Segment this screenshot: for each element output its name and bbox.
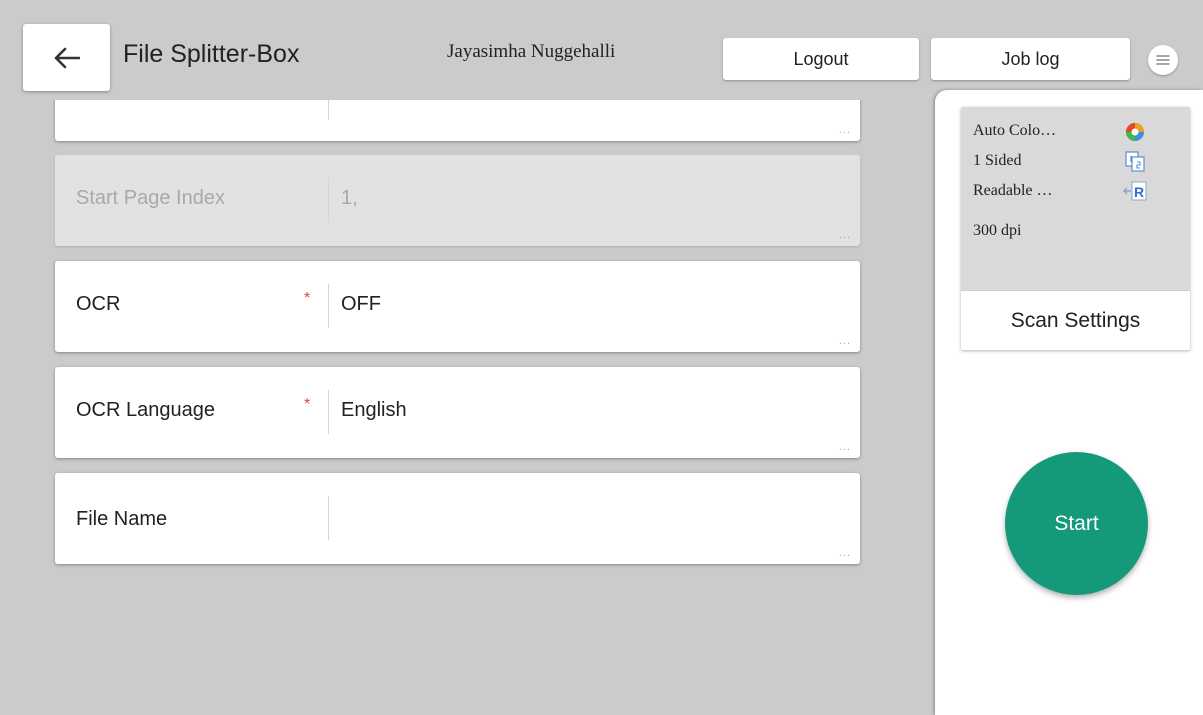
field-label: File Name [76, 508, 168, 530]
auto-color-icon [1126, 123, 1144, 141]
back-arrow-icon [54, 47, 80, 68]
more-dots: ... [838, 335, 851, 347]
field-card-partial[interactable]: ... [55, 100, 860, 141]
field-divider [328, 100, 329, 120]
file-name-field[interactable]: File Name ... [55, 473, 860, 564]
field-divider [328, 178, 329, 222]
scan-setting-color: Auto Colo… [973, 118, 1183, 144]
field-divider [328, 496, 329, 540]
scan-setting-text: 300 dpi [973, 222, 1022, 239]
scan-setting-text: 1 Sided [973, 152, 1022, 169]
field-label: OCR Language [76, 399, 215, 421]
top-bar: File Splitter-Box Jayasimha Nuggehalli L… [0, 0, 1203, 100]
field-divider [328, 284, 329, 328]
field-value: OFF [341, 293, 381, 315]
job-log-button[interactable]: Job log [931, 38, 1130, 80]
field-label: Start Page Index [76, 187, 225, 209]
ocr-language-field[interactable]: OCR Language * English ... [55, 367, 860, 458]
scan-setting-orientation: Readable … R [973, 178, 1183, 204]
scan-setting-resolution: 300 dpi [973, 208, 1183, 239]
more-dots: ... [838, 124, 851, 136]
scan-setting-text: Readable … [973, 182, 1053, 199]
hamburger-icon [1156, 55, 1170, 65]
side-panel: Auto Colo… 1 Sided Readable … R 300 dpi … [935, 90, 1203, 715]
menu-button[interactable] [1148, 45, 1178, 75]
start-page-index-field: Start Page Index 1, ... [55, 155, 860, 246]
app-title: File Splitter-Box [123, 40, 300, 68]
scan-setting-sides: 1 Sided [973, 148, 1183, 174]
settings-form: ... Start Page Index 1, ... OCR * OFF ..… [0, 100, 930, 715]
svg-text:R: R [1134, 184, 1144, 200]
start-button[interactable]: Start [1005, 452, 1148, 595]
one-sided-icon [1125, 151, 1145, 172]
required-mark: * [304, 290, 311, 307]
readable-orientation-icon: R [1123, 181, 1147, 201]
more-dots: ... [838, 229, 851, 241]
ocr-field[interactable]: OCR * OFF ... [55, 261, 860, 352]
scan-settings-card[interactable]: Auto Colo… 1 Sided Readable … R 300 dpi … [961, 107, 1190, 350]
required-mark: * [304, 396, 311, 413]
scan-setting-text: Auto Colo… [973, 122, 1057, 139]
logout-button[interactable]: Logout [723, 38, 919, 80]
back-button[interactable] [23, 24, 110, 91]
field-label: OCR [76, 293, 121, 315]
field-divider [328, 390, 329, 434]
field-value: 1, [341, 187, 358, 209]
more-dots: ... [838, 441, 851, 453]
more-dots: ... [838, 547, 851, 559]
scan-settings-button[interactable]: Scan Settings [961, 290, 1190, 350]
field-value: English [341, 399, 407, 421]
user-name: Jayasimha Nuggehalli [447, 41, 616, 62]
